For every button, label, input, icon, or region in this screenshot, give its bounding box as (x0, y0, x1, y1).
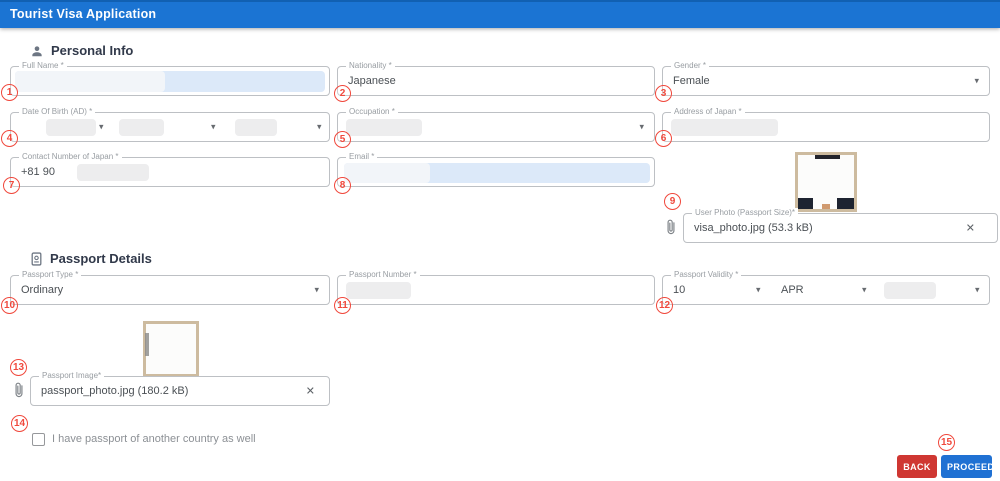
photo-detail (837, 198, 854, 209)
email-field[interactable]: Email * (337, 152, 655, 187)
validity-year-select[interactable]: ▾ (876, 276, 991, 304)
annotation-8: 8 (334, 177, 351, 194)
chevron-down-icon: ▾ (975, 284, 980, 295)
annotation-9: 9 (664, 193, 681, 210)
contact-value: +81 90 (21, 166, 55, 178)
photo-detail (814, 155, 840, 159)
section-personal-info: Personal Info (30, 43, 133, 58)
other-passport-checkbox-label: I have passport of another country as we… (52, 433, 256, 445)
section-title: Personal Info (51, 43, 134, 58)
annotation-12: 12 (656, 297, 673, 314)
section-title: Passport Details (50, 251, 152, 266)
full-name-field[interactable]: Full Name * (10, 61, 330, 96)
user-photo-filename: visa_photo.jpg (53.3 kB) (694, 222, 813, 234)
annotation-7: 7 (3, 177, 20, 194)
chevron-down-icon: ▾ (317, 121, 322, 132)
redacted-value (15, 71, 165, 92)
passport-number-field[interactable]: Passport Number * (337, 270, 655, 305)
field-label: Passport Image* (39, 371, 105, 380)
address-of-japan-field[interactable]: Address of Japan * (662, 107, 990, 142)
dob-year-select[interactable]: ▾ (11, 113, 111, 141)
redacted-value (671, 119, 778, 136)
chevron-down-icon: ▾ (211, 121, 216, 132)
page-title: Tourist Visa Application (10, 7, 157, 21)
chevron-down-icon: ▾ (639, 121, 644, 132)
proceed-button[interactable]: PROCEED (941, 455, 994, 478)
field-label: Gender * (671, 61, 710, 70)
back-button[interactable]: BACK (897, 455, 937, 478)
redacted-value (346, 282, 411, 299)
passport-image-preview (143, 321, 199, 377)
chevron-down-icon: ▾ (862, 284, 867, 295)
date-of-birth-field: Date Of Birth (AD) * ▾ ▾ ▾ (10, 107, 331, 142)
nationality-value: Japanese (348, 75, 396, 87)
redacted-value (46, 119, 96, 136)
field-label: Passport Number * (346, 270, 420, 279)
chevron-down-icon: ▾ (756, 284, 761, 295)
annotation-5: 5 (334, 131, 351, 148)
field-label: Passport Type * (19, 270, 82, 279)
passport-type-select[interactable]: Passport Type * Ordinary ▾ (10, 270, 330, 305)
gender-select[interactable]: Gender * Female ▾ (662, 61, 990, 96)
other-passport-checkbox[interactable] (32, 433, 45, 446)
user-photo-upload-field[interactable]: User Photo (Passport Size)* visa_photo.j… (683, 208, 998, 243)
photo-detail (145, 333, 149, 356)
passport-validity-field: Passport Validity * 10 ▾ APR ▾ ▾ (662, 270, 991, 305)
redacted-value (235, 119, 277, 136)
occupation-select[interactable]: Occupation * ▾ (337, 107, 655, 142)
person-icon (30, 44, 44, 58)
dob-month-select[interactable]: ▾ (111, 113, 221, 141)
passport-icon (30, 251, 43, 266)
field-label: Occupation * (346, 107, 398, 116)
annotation-6: 6 (655, 130, 672, 147)
attachment-icon[interactable] (12, 381, 26, 400)
photo-detail (798, 198, 813, 209)
redacted-value (884, 282, 936, 299)
validity-years-value: 10 (673, 284, 686, 296)
redacted-value (346, 119, 422, 136)
annotation-11: 11 (334, 297, 351, 314)
chevron-down-icon: ▾ (974, 75, 979, 86)
redacted-value (77, 164, 149, 181)
close-icon[interactable]: ✕ (306, 385, 315, 398)
validity-years-select[interactable]: 10 ▾ (663, 276, 771, 304)
annotation-2: 2 (334, 85, 351, 102)
attachment-icon[interactable] (664, 218, 678, 237)
chevron-down-icon: ▾ (99, 121, 104, 132)
section-passport-details: Passport Details (30, 251, 152, 266)
annotation-4: 4 (1, 130, 18, 147)
validity-month-value: APR (781, 284, 804, 296)
tourist-visa-application-page: Tourist Visa Application Personal Info F… (0, 0, 1000, 481)
annotation-3: 3 (655, 85, 672, 102)
field-label: Email * (346, 152, 378, 161)
redacted-value (344, 163, 430, 183)
contact-number-field[interactable]: Contact Number of Japan * +81 90 (10, 152, 330, 187)
annotation-14: 14 (11, 415, 28, 432)
passport-type-value: Ordinary (21, 284, 64, 296)
nationality-field[interactable]: Nationality * Japanese (337, 61, 655, 96)
passport-image-filename: passport_photo.jpg (180.2 kB) (41, 385, 189, 397)
annotation-13: 13 (10, 359, 27, 376)
annotation-15: 15 (938, 434, 955, 451)
photo-detail (821, 204, 831, 209)
passport-image-upload-field[interactable]: Passport Image* passport_photo.jpg (180.… (30, 371, 330, 406)
user-photo-preview (795, 152, 857, 212)
field-label: Contact Number of Japan * (19, 152, 122, 161)
annotation-10: 10 (1, 297, 18, 314)
chevron-down-icon: ▾ (314, 284, 319, 295)
redacted-value (119, 119, 164, 136)
gender-value: Female (673, 75, 710, 87)
field-label: Address of Japan * (671, 107, 745, 116)
dob-day-select[interactable]: ▾ (221, 113, 331, 141)
validity-month-select[interactable]: APR ▾ (771, 276, 876, 304)
close-icon[interactable]: ✕ (966, 222, 975, 235)
app-header: Tourist Visa Application (0, 0, 1000, 28)
annotation-1: 1 (1, 84, 18, 101)
field-label: User Photo (Passport Size)* (692, 208, 799, 217)
field-label: Nationality * (346, 61, 395, 70)
field-label: Full Name * (19, 61, 67, 70)
